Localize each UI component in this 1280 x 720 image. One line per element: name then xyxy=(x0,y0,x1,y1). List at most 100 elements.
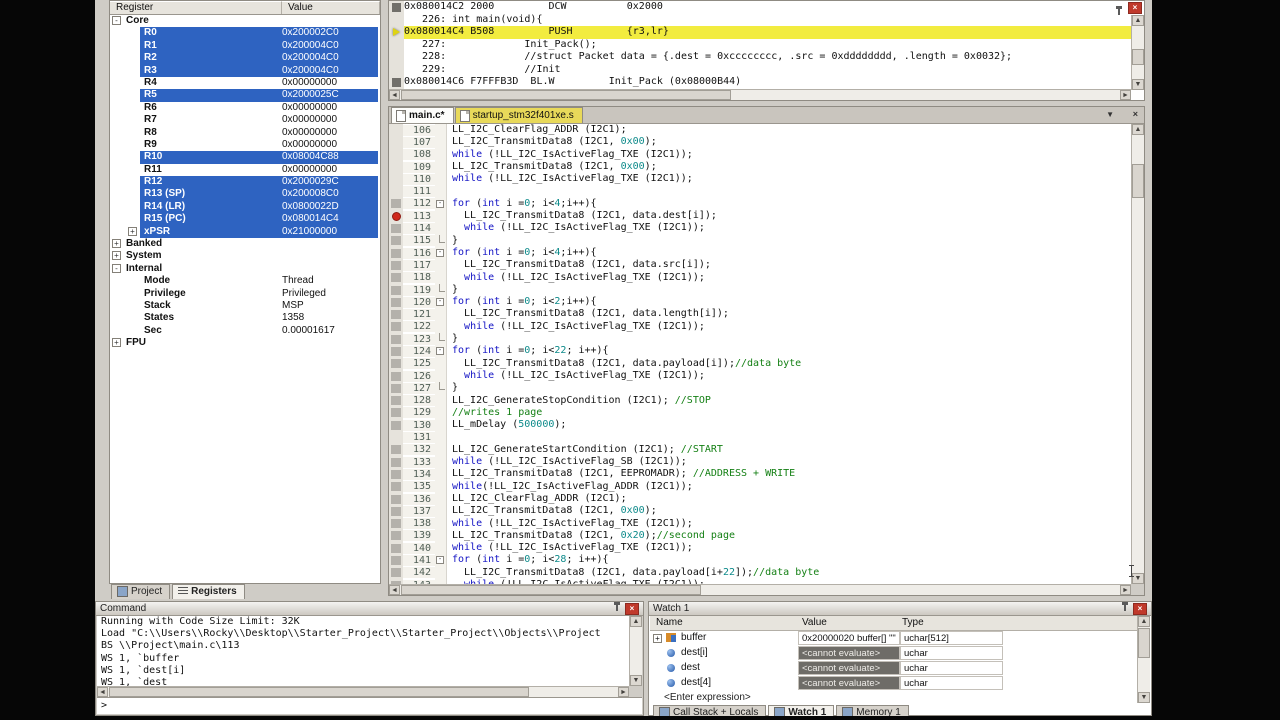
tab-registers[interactable]: Registers xyxy=(172,584,245,599)
register-row[interactable]: R40x00000000 xyxy=(110,77,380,89)
breakpoint-margin[interactable] xyxy=(389,481,403,493)
window-menu-icon[interactable]: ▼ xyxy=(1106,110,1114,119)
disassembly-hscrollbar[interactable]: ◄ ► xyxy=(389,89,1131,100)
fold-collapse-icon[interactable]: - xyxy=(436,556,444,564)
code-line[interactable]: 135while(!LL_I2C_IsActiveFlag_ADDR (I2C1… xyxy=(389,481,1131,493)
disassembly-vthumb[interactable] xyxy=(1132,49,1144,65)
register-row[interactable]: StackMSP xyxy=(110,300,380,312)
dock-tab[interactable]: Memory 1 xyxy=(836,705,908,716)
breakpoint-margin[interactable] xyxy=(389,284,403,296)
disassembly-vscrollbar[interactable]: ▲ ▼ xyxy=(1131,15,1144,90)
breakpoint-margin[interactable] xyxy=(389,173,403,185)
register-row[interactable]: R100x08004C88 xyxy=(110,151,380,163)
fold-margin[interactable] xyxy=(435,185,447,197)
breakpoint-margin[interactable] xyxy=(389,345,403,357)
register-row[interactable]: Sec0.00001617 xyxy=(110,325,380,337)
register-row[interactable]: R15 (PC)0x080014C4 xyxy=(110,213,380,225)
code-line[interactable]: 137LL_I2C_TransmitData8 (I2C1, 0x00); xyxy=(389,505,1131,517)
scroll-left-icon[interactable]: ◄ xyxy=(389,90,400,100)
code-line[interactable]: 114 while (!LL_I2C_IsActiveFlag_TXE (I2C… xyxy=(389,222,1131,234)
code-line[interactable]: 122 while (!LL_I2C_IsActiveFlag_TXE (I2C… xyxy=(389,321,1131,333)
breakpoint-margin[interactable] xyxy=(389,161,403,173)
collapse-icon[interactable]: - xyxy=(112,16,121,25)
register-row[interactable]: -Internal xyxy=(110,263,380,275)
command-close-button[interactable]: × xyxy=(625,603,639,615)
fold-margin[interactable] xyxy=(435,308,447,320)
code-line[interactable]: 139LL_I2C_TransmitData8 (I2C1, 0x20);//s… xyxy=(389,530,1131,542)
command-pin-button[interactable] xyxy=(614,603,625,614)
breakpoint-margin[interactable] xyxy=(389,493,403,505)
fold-margin[interactable] xyxy=(435,161,447,173)
fold-margin[interactable] xyxy=(435,259,447,271)
editor-vscrollbar[interactable]: ▲ ▼ xyxy=(1131,124,1144,584)
fold-margin[interactable]: - xyxy=(435,247,447,259)
breakpoint-margin[interactable] xyxy=(389,136,403,148)
code-line[interactable]: 110while (!LL_I2C_IsActiveFlag_TXE (I2C1… xyxy=(389,173,1131,185)
fold-margin[interactable] xyxy=(435,382,447,394)
scroll-down-icon[interactable]: ▼ xyxy=(630,675,642,686)
breakpoint-margin[interactable] xyxy=(389,456,403,468)
fold-margin[interactable] xyxy=(435,222,447,234)
breakpoint-margin[interactable] xyxy=(389,505,403,517)
code-line[interactable]: 106LL_I2C_ClearFlag_ADDR (I2C1); xyxy=(389,124,1131,136)
breakpoint-margin[interactable] xyxy=(389,235,403,247)
editor-close-icon[interactable]: × xyxy=(1133,109,1138,119)
scroll-down-icon[interactable]: ▼ xyxy=(1132,573,1144,584)
code-line[interactable]: 142 LL_I2C_TransmitData8 (I2C1, data.pay… xyxy=(389,567,1131,579)
fold-margin[interactable] xyxy=(435,419,447,431)
code-line[interactable]: 130LL_mDelay (500000); xyxy=(389,419,1131,431)
breakpoint-margin[interactable] xyxy=(389,407,403,419)
register-row[interactable]: R70x00000000 xyxy=(110,114,380,126)
register-row[interactable]: R20x200004C0 xyxy=(110,52,380,64)
code-line[interactable]: 120-for (int i =0; i<2;i++){ xyxy=(389,296,1131,308)
code-line[interactable]: 129//writes 1 page xyxy=(389,407,1131,419)
fold-margin[interactable] xyxy=(435,149,447,161)
scroll-left-icon[interactable]: ◄ xyxy=(389,585,400,595)
scroll-up-icon[interactable]: ▲ xyxy=(630,616,642,627)
code-line[interactable]: 141-for (int i =0; i<28; i++){ xyxy=(389,554,1131,566)
watch-pin-button[interactable] xyxy=(1122,603,1133,614)
fold-margin[interactable] xyxy=(435,272,447,284)
code-line[interactable]: 128LL_I2C_GenerateStopCondition (I2C1); … xyxy=(389,395,1131,407)
code-line[interactable]: 116-for (int i =0; i<4;i++){ xyxy=(389,247,1131,259)
register-row[interactable]: R13 (SP)0x200008C0 xyxy=(110,188,380,200)
fold-margin[interactable] xyxy=(435,124,447,136)
watch-name[interactable]: buffer xyxy=(681,632,706,643)
fold-margin[interactable] xyxy=(435,431,447,443)
code-line[interactable]: 115} xyxy=(389,235,1131,247)
breakpoint-margin[interactable] xyxy=(389,149,403,161)
code-line[interactable]: 138while (!LL_I2C_IsActiveFlag_TXE (I2C1… xyxy=(389,518,1131,530)
expand-icon[interactable]: + xyxy=(128,227,137,236)
watch-value-cell[interactable]: 0x20000020 buffer[] "" xyxy=(798,631,900,645)
breakpoint-margin[interactable] xyxy=(389,358,403,370)
scroll-right-icon[interactable]: ► xyxy=(1120,90,1131,100)
register-row[interactable]: R80x00000000 xyxy=(110,127,380,139)
fold-collapse-icon[interactable]: - xyxy=(436,249,444,257)
disassembly-margin[interactable] xyxy=(389,14,404,27)
fold-margin[interactable] xyxy=(435,321,447,333)
code-line[interactable]: 132LL_I2C_GenerateStartCondition (I2C1);… xyxy=(389,444,1131,456)
tab-project[interactable]: Project xyxy=(111,584,170,599)
expand-icon[interactable]: + xyxy=(112,239,121,248)
disassembly-close-button[interactable]: × xyxy=(1128,2,1142,14)
register-row[interactable]: R120x2000029C xyxy=(110,176,380,188)
watch-row[interactable]: dest[4]<cannot evaluate>uchar xyxy=(650,676,1137,691)
breakpoint-margin[interactable] xyxy=(389,419,403,431)
disassembly-margin[interactable] xyxy=(389,51,404,64)
fold-collapse-icon[interactable]: - xyxy=(436,200,444,208)
watch-name[interactable]: dest[i] xyxy=(681,647,708,658)
fold-margin[interactable] xyxy=(435,444,447,456)
breakpoint-margin[interactable] xyxy=(389,468,403,480)
file-tab[interactable]: main.c* xyxy=(391,107,454,123)
dock-tab[interactable]: Call Stack + Locals xyxy=(653,705,766,716)
fold-margin[interactable]: - xyxy=(435,554,447,566)
fold-margin[interactable] xyxy=(435,542,447,554)
register-row[interactable]: PrivilegePrivileged xyxy=(110,288,380,300)
breakpoint-margin[interactable] xyxy=(389,370,403,382)
fold-margin[interactable] xyxy=(435,370,447,382)
watch-name[interactable]: <Enter expression> xyxy=(664,692,751,703)
watch-row[interactable]: +buffer0x20000020 buffer[] ""uchar[512] xyxy=(650,631,1137,646)
disassembly-margin[interactable] xyxy=(389,39,404,52)
breakpoint-margin[interactable] xyxy=(389,259,403,271)
breakpoint-margin[interactable] xyxy=(389,185,403,197)
